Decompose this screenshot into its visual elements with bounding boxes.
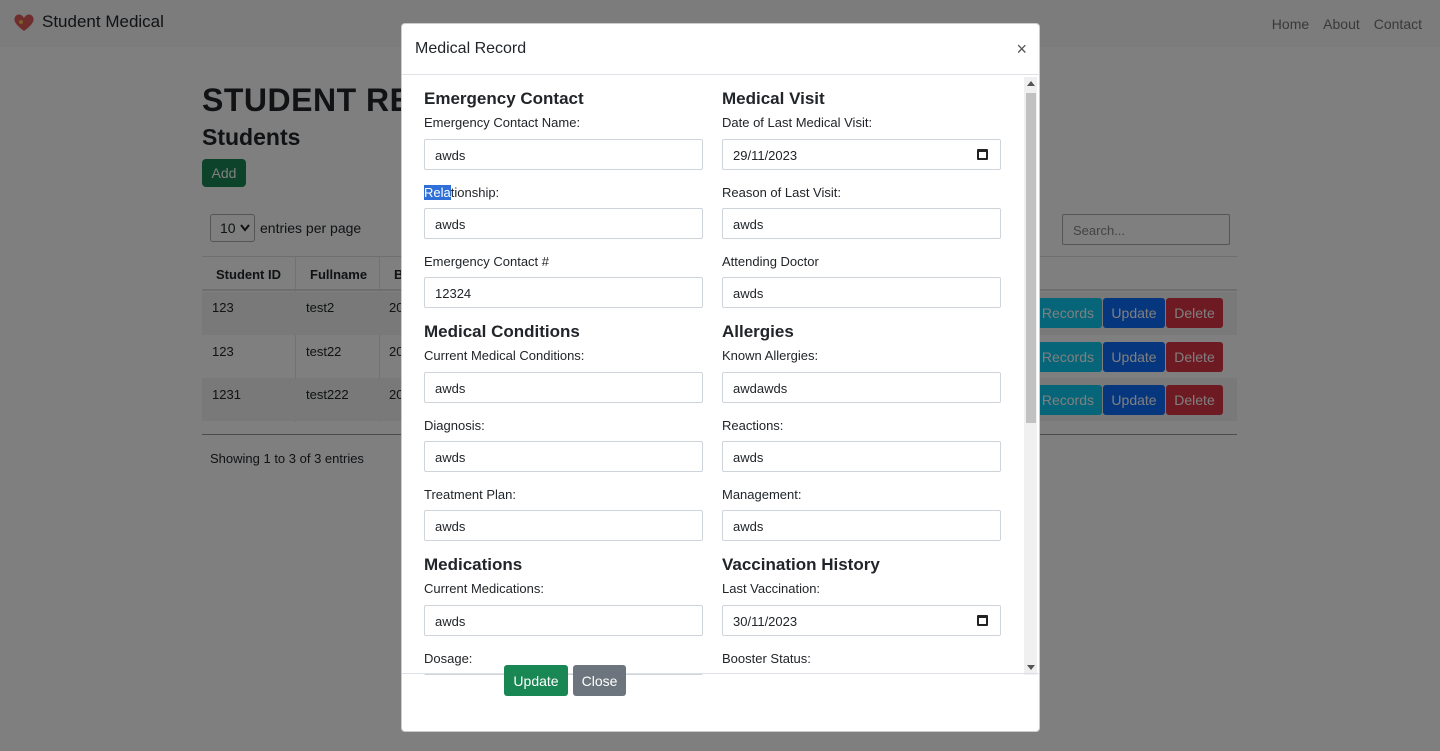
management-field[interactable]: awds (722, 510, 1001, 541)
label-emergency-contact-name: Emergency Contact Name: (424, 115, 581, 130)
scroll-up-arrow-icon[interactable] (1027, 81, 1035, 86)
modal-body[interactable]: Emergency Contact Emergency Contact Name… (402, 75, 1039, 675)
emergency-contact-name-field[interactable]: awds (424, 139, 703, 170)
last-visit-date-field[interactable]: 29/11/2023 (722, 139, 1001, 170)
medical-record-modal: Medical Record × Emergency Contact Emerg… (401, 23, 1040, 732)
reactions-field[interactable]: awds (722, 441, 1001, 472)
label-management: Management: (722, 487, 802, 502)
label-booster-status: Booster Status: (722, 651, 811, 666)
section-emergency-contact: Emergency Contact (424, 89, 584, 108)
modal-scrollbar[interactable] (1024, 77, 1037, 675)
section-vaccination-history: Vaccination History (722, 555, 880, 574)
update-button[interactable]: Update (504, 665, 568, 696)
label-reason-last-visit: Reason of Last Visit: (722, 185, 841, 200)
modal-title: Medical Record (415, 40, 527, 57)
current-medications-field[interactable]: awds (424, 605, 703, 636)
scroll-down-arrow-icon[interactable] (1027, 665, 1035, 670)
label-current-medications: Current Medications: (424, 581, 544, 596)
modal-header: Medical Record × (402, 24, 1039, 75)
close-button[interactable]: Close (573, 665, 626, 696)
modal-footer (402, 673, 1039, 731)
label-last-visit-date: Date of Last Medical Visit: (722, 115, 873, 130)
close-icon[interactable]: × (1016, 39, 1027, 60)
diagnosis-field[interactable]: awds (424, 441, 703, 472)
label-diagnosis: Diagnosis: (424, 418, 485, 433)
label-last-vaccination: Last Vaccination: (722, 581, 821, 596)
section-medical-conditions: Medical Conditions (424, 322, 580, 341)
scrollbar-thumb[interactable] (1026, 93, 1036, 423)
label-relationship-rest: tionship: (450, 185, 500, 200)
label-reactions: Reactions: (722, 418, 784, 433)
last-vaccination-field[interactable]: 30/11/2023 (722, 605, 1001, 636)
label-treatment-plan: Treatment Plan: (424, 487, 517, 502)
relationship-field[interactable]: awds (424, 208, 703, 239)
label-emergency-contact-number: Emergency Contact # (424, 254, 550, 269)
emergency-contact-number-field[interactable]: 12324 (424, 277, 703, 308)
section-medications: Medications (424, 555, 523, 574)
treatment-plan-field[interactable]: awds (424, 510, 703, 541)
known-allergies-field[interactable]: awdawds (722, 372, 1001, 403)
label-known-allergies: Known Allergies: (722, 348, 819, 363)
label-dosage: Dosage: (424, 651, 473, 666)
current-conditions-field[interactable]: awds (424, 372, 703, 403)
last-visit-date-value: 29/11/2023 (733, 148, 798, 163)
reason-last-visit-field[interactable]: awds (722, 208, 1001, 239)
label-relationship-selected: Rela (424, 185, 451, 200)
last-vaccination-value: 30/11/2023 (733, 614, 798, 629)
calendar-icon[interactable] (977, 615, 988, 626)
label-current-conditions: Current Medical Conditions: (424, 348, 585, 363)
section-medical-visit: Medical Visit (722, 89, 825, 108)
label-relationship: Relationship: (424, 185, 499, 200)
calendar-icon[interactable] (977, 149, 988, 160)
label-attending-doctor: Attending Doctor (722, 254, 819, 269)
section-allergies: Allergies (722, 322, 794, 341)
attending-doctor-field[interactable]: awds (722, 277, 1001, 308)
